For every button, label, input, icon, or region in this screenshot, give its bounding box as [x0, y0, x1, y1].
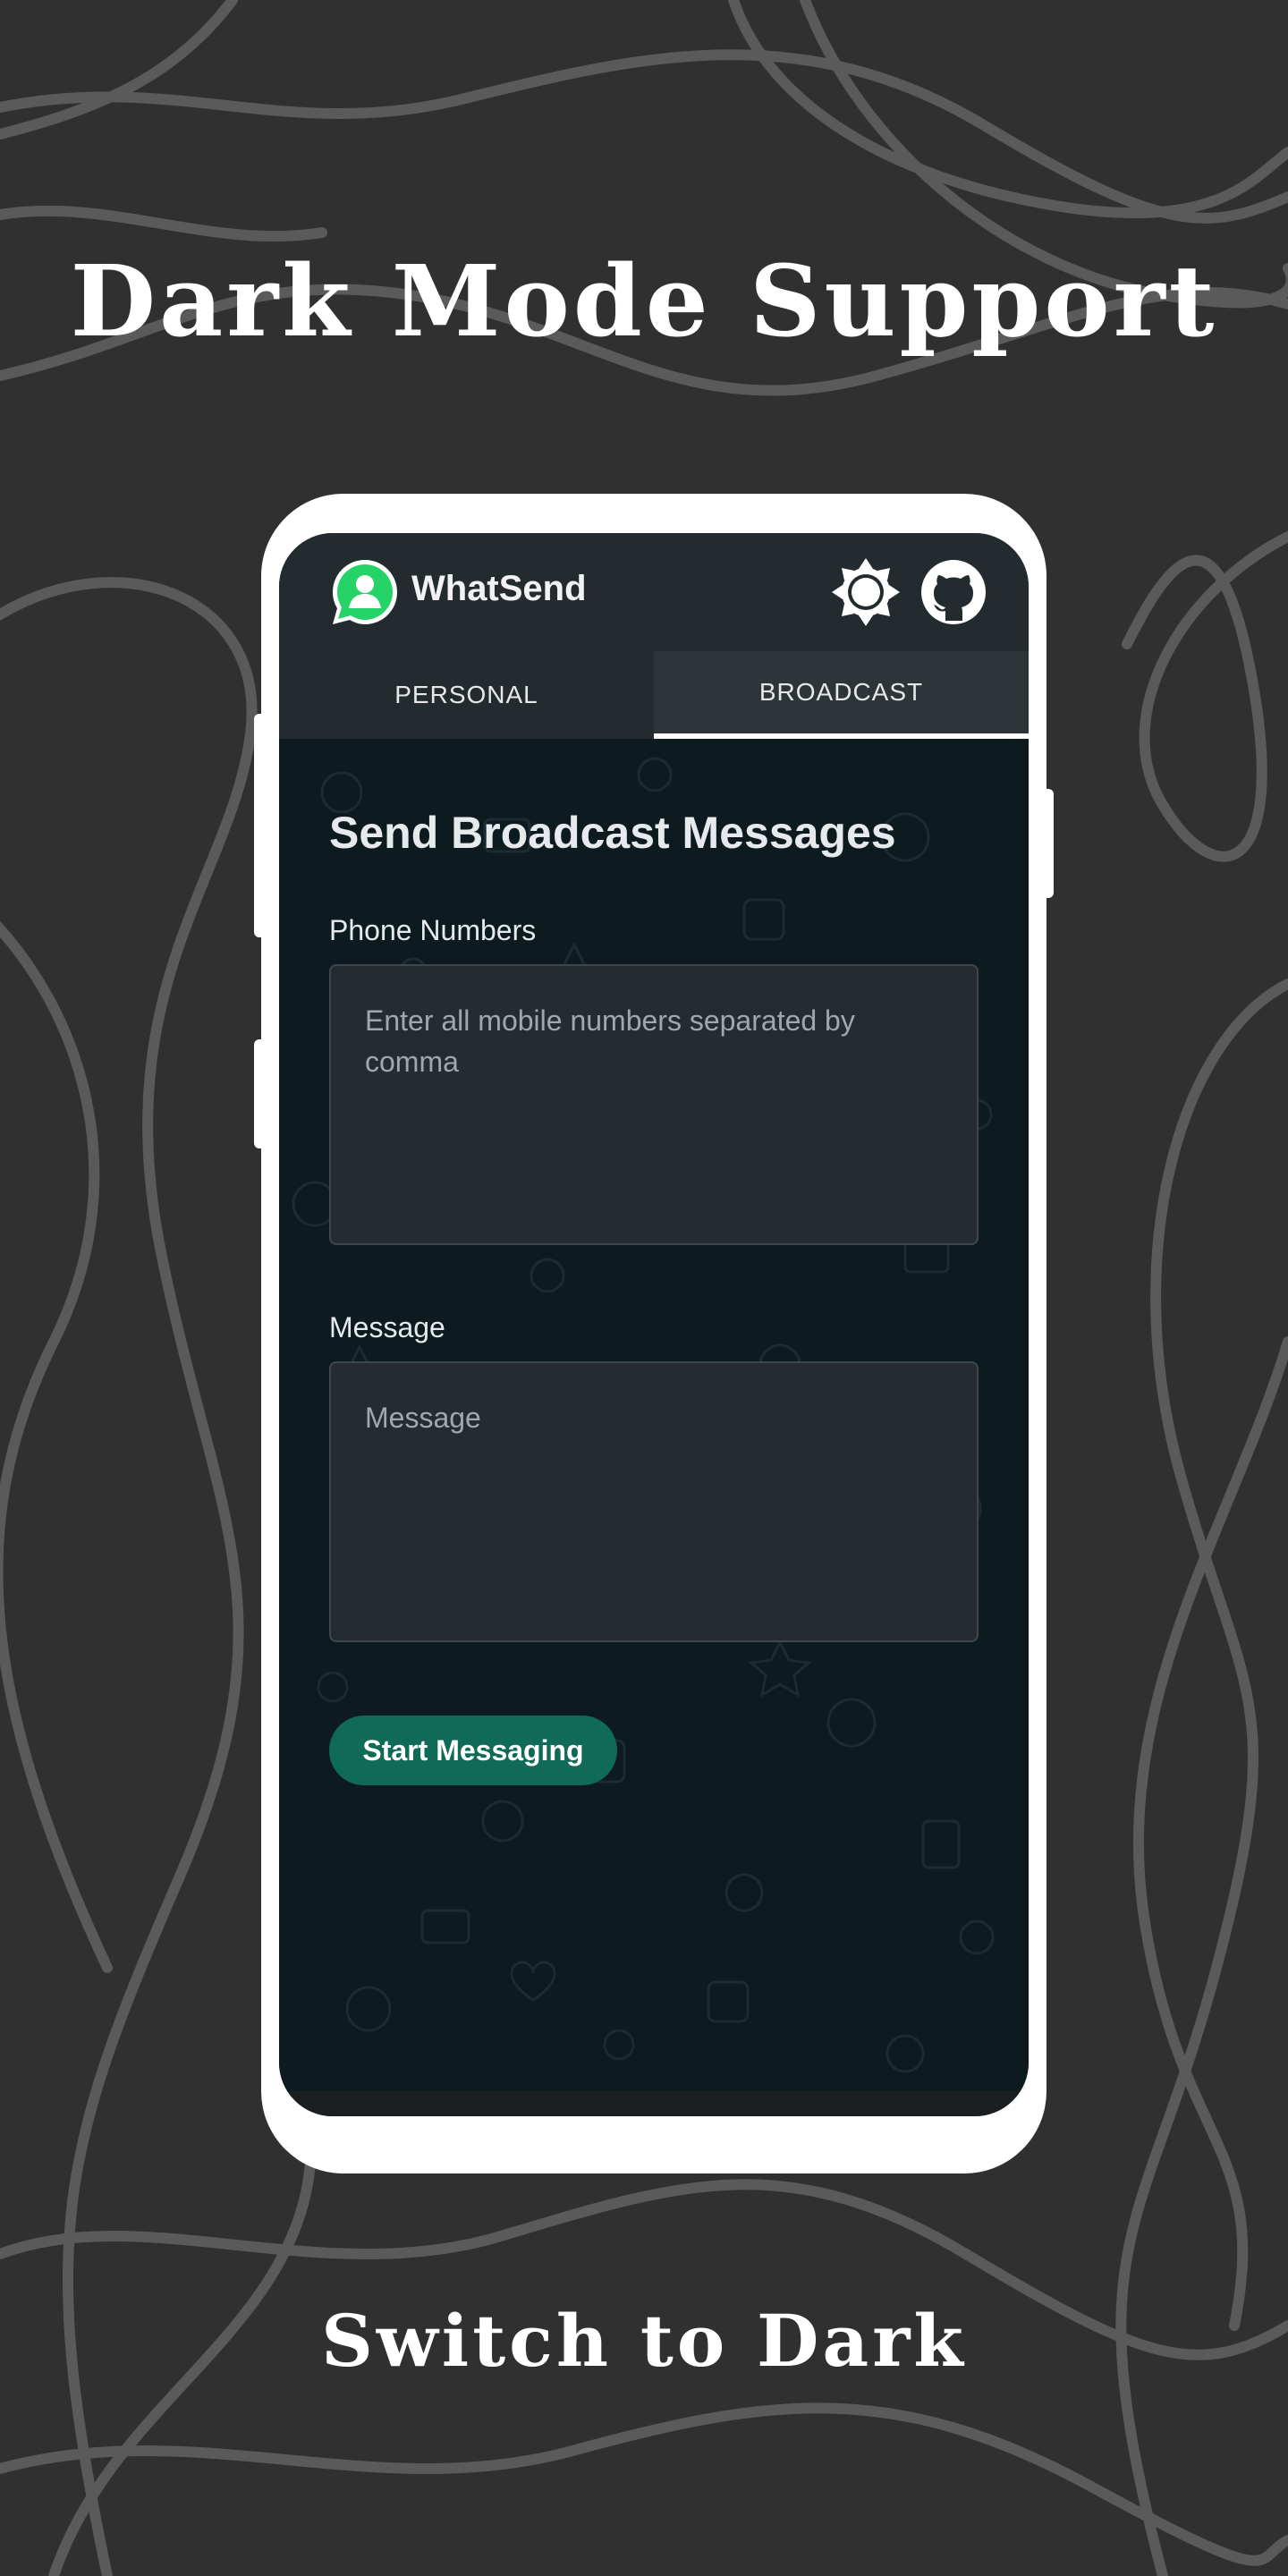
phone-side-button-power [1041, 789, 1054, 898]
promo-title-bottom: Switch to Dark [321, 2299, 967, 2383]
app-title: WhatSend [411, 569, 587, 608]
tab-broadcast[interactable]: BROADCAST [654, 651, 1029, 739]
phone-numbers-input[interactable] [329, 964, 979, 1245]
phone-frame: WhatSend PERSONAL BROADCAST Send Broadca… [254, 494, 1054, 2174]
broadcast-panel: Send Broadcast Messages Phone Numbers Me… [279, 739, 1029, 2091]
phone-numbers-label: Phone Numbers [329, 914, 537, 946]
promo-title-top: Dark Mode Support [70, 243, 1218, 359]
message-input[interactable] [329, 1361, 979, 1642]
system-nav-bar [279, 2091, 1029, 2116]
sun-icon[interactable] [828, 555, 903, 630]
message-label: Message [329, 1311, 445, 1343]
start-messaging-button[interactable]: Start Messaging [329, 1716, 617, 1785]
tab-personal[interactable]: PERSONAL [279, 651, 654, 739]
whatsapp-user-icon [333, 560, 397, 624]
phone-side-button-volume-up [254, 714, 267, 937]
tab-bar: PERSONAL BROADCAST [279, 651, 1029, 739]
app-bar: WhatSend [279, 533, 1029, 651]
phone-screen: WhatSend PERSONAL BROADCAST Send Broadca… [279, 533, 1029, 2116]
github-icon[interactable] [916, 555, 991, 630]
phone-side-button-volume-down [254, 1039, 267, 1148]
page-heading: Send Broadcast Messages [329, 808, 896, 858]
